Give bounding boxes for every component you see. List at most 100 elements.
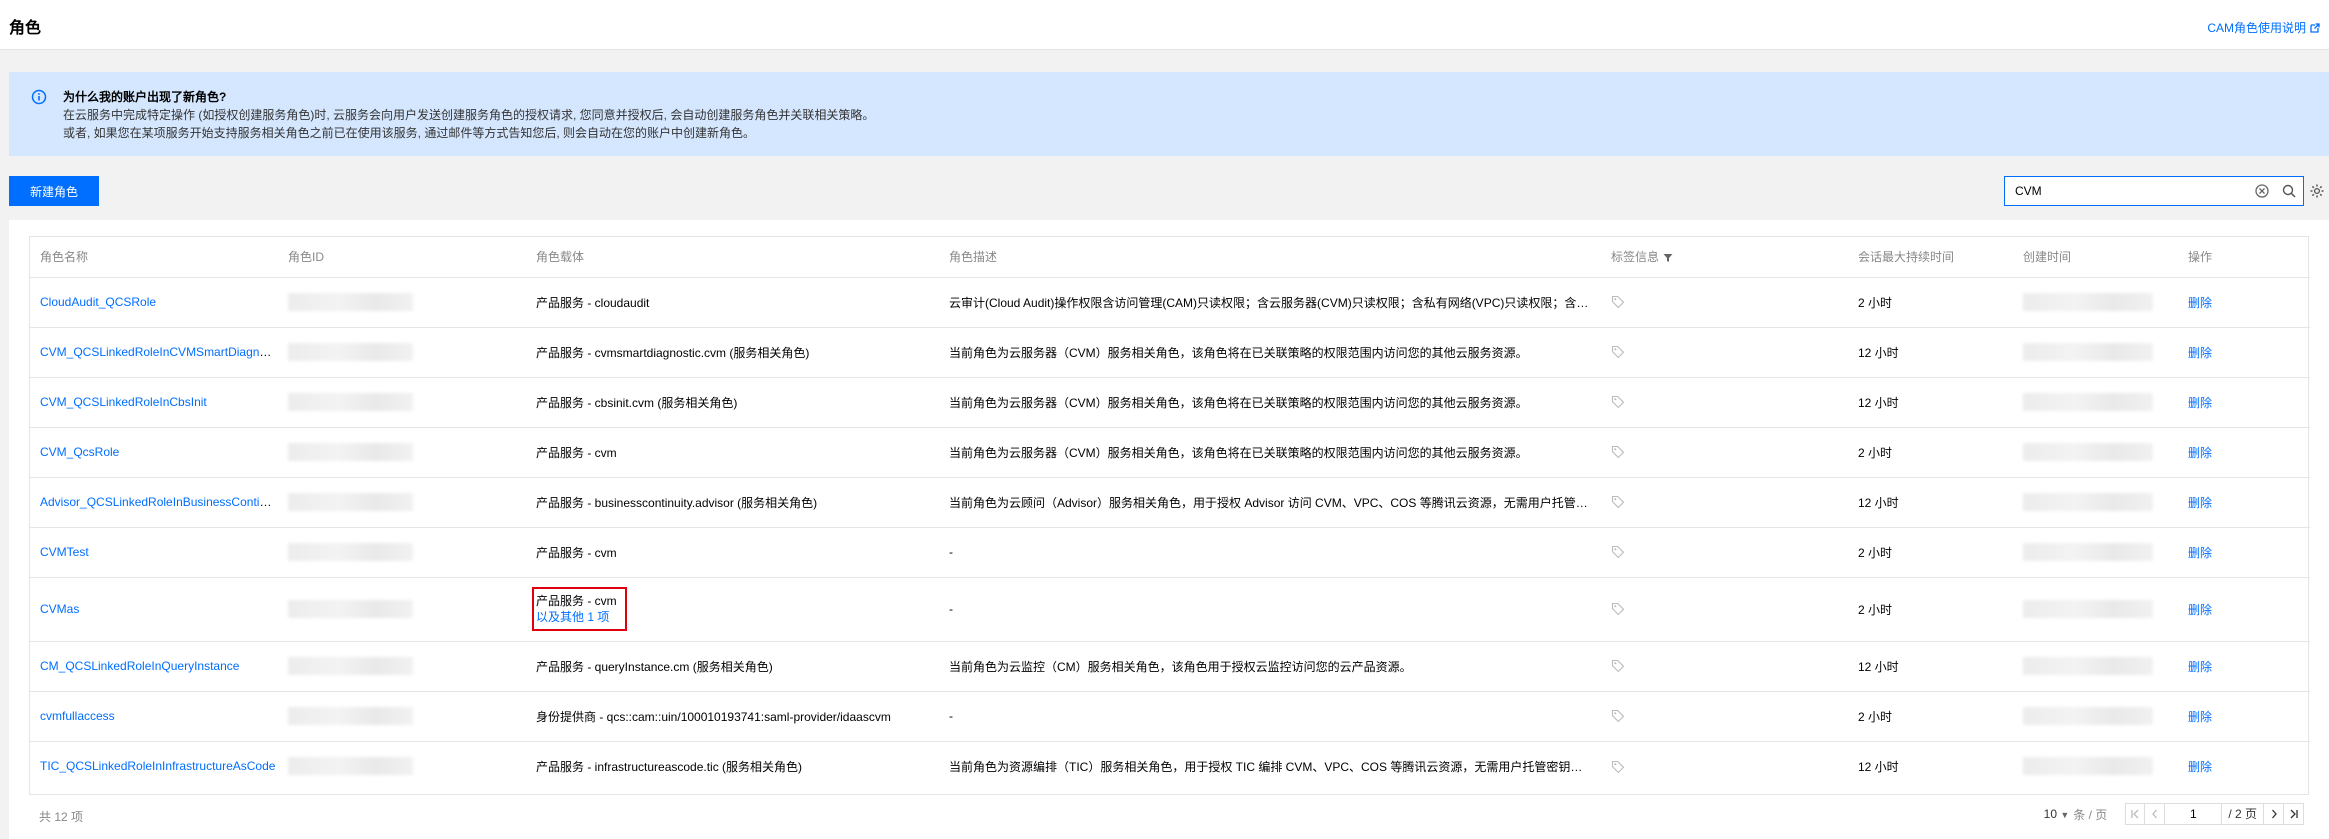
- external-link-icon: [2310, 22, 2320, 33]
- col-tags-label: 标签信息: [1611, 250, 1660, 265]
- tag-icon[interactable]: [1611, 395, 1625, 409]
- table-row: CVMTest 产品服务 - cvm - 2 小时 删除: [30, 527, 2310, 578]
- role-desc: -: [939, 691, 1601, 742]
- doc-link[interactable]: CAM角色使用说明: [2207, 19, 2320, 36]
- role-desc: -: [939, 527, 1601, 578]
- prev-page-button[interactable]: [2145, 803, 2166, 825]
- delete-button[interactable]: 删除: [2188, 760, 2212, 774]
- created-time-redacted: [2023, 757, 2153, 776]
- role-name-link[interactable]: TIC_QCSLinkedRoleInInfrastructureAsCode: [40, 759, 275, 773]
- tag-icon[interactable]: [1611, 709, 1625, 723]
- delete-button[interactable]: 删除: [2188, 710, 2212, 724]
- created-time-cell: [2013, 327, 2178, 378]
- role-name-link[interactable]: CM_QCSLinkedRoleInQueryInstance: [40, 659, 239, 673]
- search-box: [2004, 176, 2304, 206]
- page-number-input[interactable]: 1: [2165, 803, 2222, 825]
- role-desc: 当前角色为云服务器（CVM）服务相关角色，该角色将在已关联策略的权限范围内访问您…: [939, 427, 1601, 478]
- clear-icon[interactable]: [2255, 184, 2269, 198]
- col-actions: 操作: [2178, 237, 2310, 278]
- role-name-cell: cvmfullaccess: [30, 691, 278, 742]
- info-banner: 为什么我的账户出现了新角色? 在云服务中完成特定操作 (如授权创建服务角色)时,…: [9, 72, 2329, 156]
- tag-icon[interactable]: [1611, 445, 1625, 459]
- col-tags[interactable]: 标签信息: [1601, 237, 1848, 278]
- session-duration: 2 小时: [1848, 691, 2013, 742]
- search-icon[interactable]: [2282, 184, 2296, 198]
- tag-icon[interactable]: [1611, 295, 1625, 309]
- role-carrier: 产品服务 - cvmsmartdiagnostic.cvm (服务相关角色): [526, 327, 939, 378]
- actions-cell: 删除: [2178, 741, 2310, 791]
- created-time-cell: [2013, 277, 2178, 328]
- table-row: CVM_QCSLinkedRoleInCVMSmartDiagnostic 产品服…: [30, 327, 2310, 378]
- created-time-redacted: [2023, 600, 2153, 618]
- role-id-cell: [278, 641, 526, 692]
- roles-table: 角色名称 角色ID 角色载体 角色描述 标签信息 会话最大持续时间 创建时间 操…: [29, 236, 2310, 795]
- role-name-link[interactable]: CVM_QCSLinkedRoleInCVMSmartDiagnostic: [40, 345, 278, 359]
- new-role-button[interactable]: 新建角色: [9, 176, 99, 206]
- table-row: CVM_QCSLinkedRoleInCbsInit 产品服务 - cbsinit…: [30, 377, 2310, 428]
- role-name-link[interactable]: Advisor_QCSLinkedRoleInBusinessContinuit…: [40, 495, 278, 509]
- delete-button[interactable]: 删除: [2188, 546, 2212, 560]
- role-name-cell: CM_QCSLinkedRoleInQueryInstance: [30, 641, 278, 692]
- first-page-icon: [2131, 809, 2139, 819]
- actions-cell: 删除: [2178, 641, 2310, 692]
- role-name-cell: TIC_QCSLinkedRoleInInfrastructureAsCode: [30, 741, 278, 791]
- delete-button[interactable]: 删除: [2188, 603, 2212, 617]
- next-page-button[interactable]: [2264, 803, 2284, 825]
- first-page-button[interactable]: [2125, 803, 2146, 825]
- role-name-link[interactable]: cvmfullaccess: [40, 709, 115, 723]
- table-row: CVMas 产品服务 - cvm 以及其他 1 项 - 2 小时 删除: [30, 577, 2310, 642]
- tag-icon[interactable]: [1611, 659, 1625, 673]
- role-carrier: 产品服务 - cbsinit.cvm (服务相关角色): [526, 377, 939, 428]
- carrier-more-link[interactable]: 其他 1 项: [560, 610, 609, 624]
- delete-button[interactable]: 删除: [2188, 660, 2212, 674]
- role-desc: 云审计(Cloud Audit)操作权限含访问管理(CAM)只读权限；含云服务器…: [939, 277, 1601, 328]
- search-input[interactable]: [2005, 177, 2245, 205]
- last-page-button[interactable]: [2284, 803, 2304, 825]
- gear-icon[interactable]: [2309, 183, 2325, 199]
- tag-cell: [1601, 277, 1848, 328]
- table-row: TIC_QCSLinkedRoleInInfrastructureAsCode 产…: [30, 741, 2310, 791]
- role-name-cell: CVMas: [30, 577, 278, 642]
- page-title: 角色: [9, 20, 42, 37]
- created-time-cell: [2013, 377, 2178, 428]
- role-id-redacted: [288, 600, 413, 618]
- role-name-link[interactable]: CloudAudit_QCSRole: [40, 295, 156, 309]
- table-header: 角色名称 角色ID 角色载体 角色描述 标签信息 会话最大持续时间 创建时间 操…: [30, 237, 2310, 278]
- delete-button[interactable]: 删除: [2188, 496, 2212, 510]
- role-name-cell: CVM_QCSLinkedRoleInCVMSmartDiagnostic: [30, 327, 278, 378]
- role-name-link[interactable]: CVM_QCSLinkedRoleInCbsInit: [40, 395, 207, 409]
- tag-icon[interactable]: [1611, 345, 1625, 359]
- session-duration: 12 小时: [1848, 641, 2013, 692]
- role-name-link[interactable]: CVMas: [40, 602, 79, 616]
- chevron-down-icon: ▼: [2060, 810, 2070, 820]
- created-time-redacted: [2023, 443, 2153, 461]
- role-carrier: 产品服务 - cvm: [526, 427, 939, 478]
- delete-button[interactable]: 删除: [2188, 296, 2212, 310]
- carrier-highlight-box: 产品服务 - cvm 以及其他 1 项: [532, 587, 627, 631]
- total-pages: / 2 页: [2221, 803, 2264, 825]
- tag-icon[interactable]: [1611, 495, 1625, 509]
- page-size-select[interactable]: 10 ▼: [2044, 807, 2070, 821]
- role-name-cell: CloudAudit_QCSRole: [30, 277, 278, 328]
- session-duration: 2 小时: [1848, 577, 2013, 642]
- role-id-cell: [278, 741, 526, 791]
- role-id-redacted: [288, 543, 413, 561]
- role-id-redacted: [288, 657, 413, 675]
- tag-icon[interactable]: [1611, 760, 1625, 774]
- actions-cell: 删除: [2178, 577, 2310, 642]
- delete-button[interactable]: 删除: [2188, 346, 2212, 360]
- tag-icon[interactable]: [1611, 545, 1625, 559]
- role-name-link[interactable]: CVM_QcsRole: [40, 445, 119, 459]
- delete-button[interactable]: 删除: [2188, 446, 2212, 460]
- per-page-label: 条 / 页: [2073, 807, 2108, 822]
- role-name-cell: CVM_QcsRole: [30, 427, 278, 478]
- delete-button[interactable]: 删除: [2188, 396, 2212, 410]
- role-name-link[interactable]: CVMTest: [40, 545, 89, 559]
- created-time-cell: [2013, 641, 2178, 692]
- tag-cell: [1601, 427, 1848, 478]
- role-carrier: 产品服务 - cvm: [526, 527, 939, 578]
- filter-icon[interactable]: [1663, 253, 1673, 263]
- role-carrier: 产品服务 - infrastructureascode.tic (服务相关角色): [536, 759, 803, 774]
- prev-page-icon: [2151, 809, 2157, 819]
- tag-icon[interactable]: [1611, 602, 1625, 616]
